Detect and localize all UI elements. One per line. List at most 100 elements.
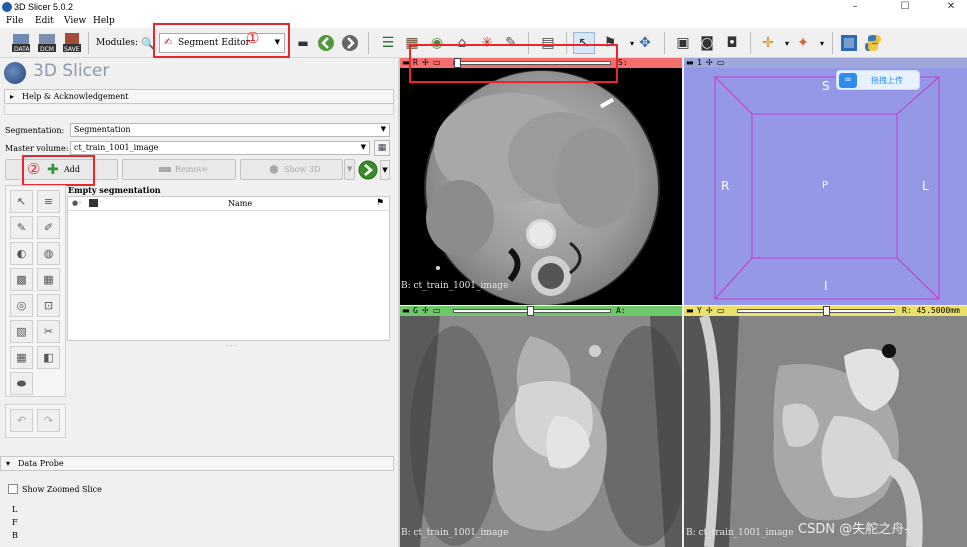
- show-3d-dropdown[interactable]: ▼: [344, 159, 355, 180]
- module-list-icon[interactable]: ☰: [377, 32, 399, 54]
- status-flag-icon[interactable]: ⚑: [376, 198, 384, 208]
- data-probe-label: Data Probe: [18, 459, 64, 468]
- fill-between-slices-tool-icon[interactable]: ▦: [37, 268, 60, 291]
- menu-edit[interactable]: Edit: [35, 16, 54, 26]
- show-zoomed-slice-checkbox[interactable]: [8, 484, 18, 494]
- level-tracing-tool-icon[interactable]: ◍: [37, 242, 60, 265]
- link-icon[interactable]: ✢: [706, 306, 713, 315]
- draw-tool-icon[interactable]: ✐: [37, 216, 60, 239]
- threed-view[interactable]: S R P L I: [684, 68, 967, 305]
- segments-table[interactable]: ●◦ Name ⚑: [67, 196, 390, 341]
- probe-line-f: F: [12, 518, 18, 527]
- color-column-icon[interactable]: [89, 199, 98, 207]
- modules-label: Modules:: [96, 38, 139, 48]
- title-bar: 3D Slicer 5.0.2 – ☐ ✕: [0, 0, 967, 15]
- slider-thumb[interactable]: [527, 306, 534, 316]
- python-console-icon[interactable]: [862, 32, 884, 54]
- toolbar-separator: [664, 32, 665, 54]
- menu-file[interactable]: File: [6, 16, 23, 26]
- threshold-tool-icon[interactable]: ≡: [37, 190, 60, 213]
- menu-view[interactable]: View: [64, 16, 86, 26]
- green-slice-view[interactable]: [400, 316, 682, 547]
- pin-icon[interactable]: ▬: [686, 58, 694, 67]
- pin-icon[interactable]: ▬: [686, 306, 694, 315]
- maximize-view-icon[interactable]: ▭: [717, 58, 725, 67]
- remove-segment-label: Remove: [175, 165, 208, 174]
- crosshair-mode-icon[interactable]: ✥: [634, 32, 656, 54]
- data-probe-header[interactable]: ▾ Data Probe: [0, 456, 394, 471]
- close-button[interactable]: ✕: [944, 1, 958, 12]
- orientation-p: P: [822, 180, 829, 191]
- annotation-box-module: [153, 23, 290, 58]
- scene-view-icon[interactable]: ◙: [696, 32, 718, 54]
- forward-icon[interactable]: [339, 32, 361, 54]
- smoothing-tool-icon[interactable]: ▧: [10, 320, 33, 343]
- load-data-icon[interactable]: DATA: [10, 32, 32, 54]
- erase-tool-icon[interactable]: ◐: [10, 242, 33, 265]
- pin-icon[interactable]: ▬: [402, 306, 410, 315]
- link-icon[interactable]: ✢: [422, 306, 429, 315]
- show-3d-button[interactable]: ⬢ Show 3D: [240, 159, 343, 180]
- save-icon[interactable]: SAVE: [61, 32, 83, 54]
- pointer-tool-icon[interactable]: ↖: [10, 190, 33, 213]
- logical-operators-tool-icon[interactable]: ◧: [37, 346, 60, 369]
- annotation-number-2: ②: [27, 160, 41, 178]
- undo-icon[interactable]: ↶: [10, 409, 33, 432]
- islands-tool-icon[interactable]: ▦: [10, 346, 33, 369]
- back-icon[interactable]: [315, 32, 337, 54]
- visibility-column-icon[interactable]: ●◦: [72, 199, 82, 207]
- scissors-tool-icon[interactable]: ✂: [37, 320, 60, 343]
- capture-icon[interactable]: ◘: [721, 32, 743, 54]
- action-dropdown[interactable]: ▼: [380, 160, 390, 180]
- slicer-window: 3D Slicer 5.0.2 – ☐ ✕ File Edit View Hel…: [0, 0, 967, 547]
- chevron-down-icon: ▼: [347, 165, 353, 173]
- extensions-dropdown-icon[interactable]: ▾: [811, 32, 833, 54]
- extension-manager-icon[interactable]: [838, 32, 860, 54]
- help-section-body: [4, 105, 394, 115]
- segmentation-selector[interactable]: Segmentation ▼: [70, 123, 390, 137]
- yellow-slice-slider[interactable]: [737, 306, 895, 316]
- green-volume-label: B: ct_train_1001_image: [401, 528, 509, 538]
- yellow-slice-view[interactable]: [684, 316, 967, 547]
- chevron-down-icon: ▾: [6, 459, 11, 468]
- help-section-header[interactable]: ▸ Help & Acknowledgement: [4, 89, 394, 104]
- master-volume-selector[interactable]: ct_train_1001_image ▼: [70, 141, 370, 155]
- csdn-watermark: CSDN @失舵之舟-: [798, 522, 909, 537]
- menu-help[interactable]: Help: [93, 16, 115, 26]
- green-slice-slider[interactable]: [453, 306, 611, 316]
- slider-thumb[interactable]: [822, 306, 830, 316]
- threed-view-controller: ▬ 1 ✢ ▭: [684, 58, 967, 68]
- orientation-r: R: [721, 179, 730, 193]
- orientation-l: L: [922, 179, 929, 193]
- redo-icon[interactable]: ↷: [37, 409, 60, 432]
- slicer-logo-icon: [4, 62, 26, 84]
- link-icon[interactable]: ✢: [706, 58, 713, 67]
- show-zoomed-slice-label: Show Zoomed Slice: [22, 485, 102, 494]
- red-slice-view[interactable]: [400, 68, 682, 305]
- remove-segment-button[interactable]: Remove: [122, 159, 236, 180]
- maximize-view-icon[interactable]: ▭: [717, 306, 725, 315]
- screenshot-icon[interactable]: ▣: [672, 32, 694, 54]
- minimize-button[interactable]: –: [848, 1, 862, 12]
- margin-tool-icon[interactable]: ◎: [10, 294, 33, 317]
- dicom-icon[interactable]: DCM: [36, 32, 58, 54]
- threed-view-letter: 1: [697, 58, 702, 67]
- forward-action-icon[interactable]: [358, 160, 378, 180]
- orientation-i: I: [824, 279, 828, 293]
- svg-text:DATA: DATA: [14, 46, 30, 53]
- splitter-handle[interactable]: ·····: [226, 342, 237, 350]
- hollow-tool-icon[interactable]: ⊡: [37, 294, 60, 317]
- cube-icon: ⬢: [269, 163, 279, 176]
- mask-volume-tool-icon[interactable]: ⬬: [10, 372, 33, 395]
- module-history-icon[interactable]: ▬: [292, 32, 314, 54]
- maximize-button[interactable]: ☐: [898, 1, 912, 12]
- upload-overlay-button[interactable]: ∞ 拖拽上传: [836, 70, 920, 90]
- name-column-header[interactable]: Name: [228, 199, 252, 208]
- paint-tool-icon[interactable]: ✎: [10, 216, 33, 239]
- segmentation-value: Segmentation: [74, 125, 131, 134]
- maximize-view-icon[interactable]: ▭: [433, 306, 441, 315]
- master-volume-geometry-icon[interactable]: ▦: [374, 140, 390, 156]
- toolbar-separator: [750, 32, 751, 54]
- yellow-view-controller: ▬ Y ✢ ▭ R: 45.5000mm: [684, 306, 967, 316]
- grow-from-seeds-tool-icon[interactable]: ▩: [10, 268, 33, 291]
